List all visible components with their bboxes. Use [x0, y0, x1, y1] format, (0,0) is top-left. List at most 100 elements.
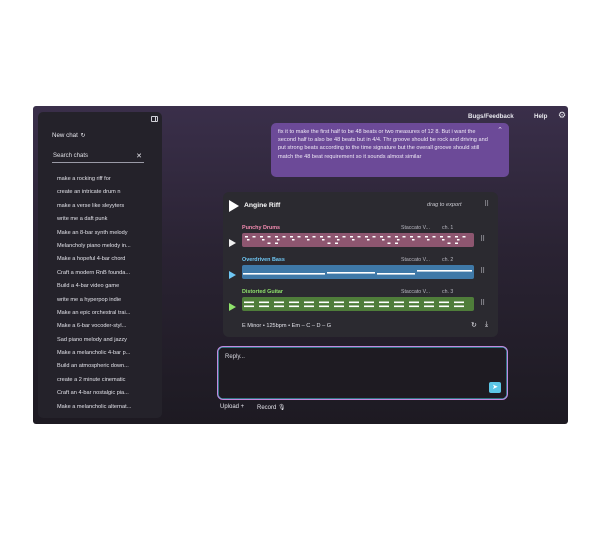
midi-note: [274, 305, 284, 308]
midi-note: [274, 301, 284, 304]
midi-note: [352, 239, 355, 241]
piano-roll-lane[interactable]: [242, 265, 474, 279]
gear-icon[interactable]: ⚙: [558, 110, 566, 121]
song-title: Angine Riff: [244, 202, 281, 209]
sidebar-collapse-icon[interactable]: [151, 116, 158, 122]
chat-history-item[interactable]: Make a melancholic 4-bar p...: [57, 349, 131, 362]
midi-note: [327, 236, 331, 238]
midi-note: [379, 305, 389, 308]
piano-roll-lane[interactable]: [242, 233, 474, 247]
chat-history-item[interactable]: Make a hopeful 4-bar chord: [57, 255, 131, 268]
chat-history-item[interactable]: Build an atmospheric down...: [57, 362, 131, 375]
midi-note: [387, 236, 391, 238]
midi-note: [364, 305, 374, 308]
paper-plane-icon[interactable]: ➤: [489, 382, 501, 393]
midi-note: [417, 236, 421, 238]
drag-handle-icon[interactable]: ⠿: [484, 200, 489, 208]
new-chat-button[interactable]: New chat ↻: [52, 132, 86, 139]
midi-note: [334, 305, 344, 308]
chat-history-item[interactable]: Sad piano melody and jazzy: [57, 336, 131, 349]
midi-note: [337, 239, 340, 241]
refresh-icon[interactable]: ↻: [471, 321, 477, 329]
chat-history-item[interactable]: Make an epic orchestral trai...: [57, 309, 131, 322]
chat-history-item[interactable]: create an intricate drum n: [57, 188, 131, 201]
piano-roll-lane[interactable]: [242, 297, 474, 311]
midi-note: [394, 301, 404, 304]
chevron-up-icon[interactable]: ⌃: [497, 127, 503, 135]
bugs-feedback-link[interactable]: Bugs/Feedback: [468, 113, 514, 120]
track-channel: ch. 2: [442, 257, 454, 263]
track-play-icon[interactable]: [229, 239, 236, 247]
midi-note: [424, 301, 434, 304]
search-chats[interactable]: Search chats ✕: [52, 152, 144, 163]
track-instrument-select[interactable]: Staccato V...: [401, 225, 430, 231]
midi-note: [372, 236, 376, 238]
track-name: Overdriven Bass: [242, 257, 285, 263]
midi-note: [252, 236, 256, 238]
chat-history-item[interactable]: make a rocking riff for: [57, 175, 131, 188]
chat-history-item[interactable]: make a verse like sleyyters: [57, 202, 131, 215]
download-icon[interactable]: ⤓: [485, 321, 488, 329]
track-instrument-select[interactable]: Staccato V...: [401, 257, 430, 263]
midi-note: [304, 301, 314, 304]
midi-note: [247, 239, 250, 241]
midi-note: [447, 236, 451, 238]
track-instrument-select[interactable]: Staccato V...: [401, 289, 430, 295]
track-channel: ch. 1: [442, 225, 454, 231]
midi-note: [395, 236, 398, 238]
midi-note: [290, 236, 293, 238]
reply-input[interactable]: Reply...: [225, 354, 245, 360]
midi-note: [334, 301, 344, 304]
midi-note: [327, 272, 375, 274]
midi-note: [275, 242, 278, 244]
midi-note: [382, 239, 385, 241]
drag-handle-icon[interactable]: ⠿: [480, 235, 485, 243]
record-button[interactable]: Record 🎙: [257, 404, 286, 411]
help-link[interactable]: Help: [534, 113, 547, 120]
midi-note: [425, 236, 428, 238]
drag-to-export-label: drag to export: [427, 202, 462, 208]
midi-note: [282, 236, 286, 238]
midi-note: [335, 242, 338, 244]
midi-note: [260, 236, 263, 238]
midi-note: [439, 301, 449, 304]
track-play-icon[interactable]: [229, 303, 236, 311]
track-name: Punchy Drums: [242, 225, 281, 231]
midi-note: [357, 236, 361, 238]
midi-note: [365, 236, 368, 238]
midi-note: [335, 236, 338, 238]
chat-history-item[interactable]: Craft an 4-bar nostalgic pia...: [57, 389, 131, 402]
chat-history-item[interactable]: Build a 4-bar video game: [57, 282, 131, 295]
chat-history-item[interactable]: Make a 6-bar vocoder-styl...: [57, 322, 131, 335]
track-name: Distorted Guitar: [242, 289, 284, 295]
chat-history-item[interactable]: Melancholy piano melody in...: [57, 242, 131, 255]
drag-handle-icon[interactable]: ⠿: [480, 299, 485, 307]
midi-note: [304, 305, 314, 308]
midi-note: [259, 305, 269, 308]
search-input[interactable]: Search chats: [53, 153, 88, 159]
clear-search-icon[interactable]: ✕: [136, 152, 142, 160]
play-all-icon[interactable]: [229, 200, 239, 212]
new-chat-icon: ↻: [80, 133, 86, 139]
midi-note: [289, 301, 299, 304]
chat-history-item[interactable]: Make an 8-bar synth melody: [57, 229, 131, 242]
chat-history-item[interactable]: write me a daft punk: [57, 215, 131, 228]
user-message: fix it to make the first half to be 48 b…: [271, 123, 509, 177]
midi-note: [350, 236, 353, 238]
midi-note: [380, 236, 383, 238]
midi-note: [244, 305, 254, 308]
midi-note: [394, 305, 404, 308]
midi-note: [297, 236, 301, 238]
chat-history-item[interactable]: write me a hyperpop indie: [57, 296, 131, 309]
midi-note: [319, 301, 329, 304]
midi-note: [455, 236, 458, 238]
chat-history-item[interactable]: create a 2 minute cinematic: [57, 376, 131, 389]
chat-history-item[interactable]: Craft a modern RnB founda...: [57, 269, 131, 282]
track-play-icon[interactable]: [229, 271, 236, 279]
midi-note: [440, 236, 443, 238]
reply-box[interactable]: Reply... ➤: [217, 346, 508, 400]
upload-button[interactable]: Upload +: [220, 404, 244, 410]
drag-handle-icon[interactable]: ⠿: [480, 267, 485, 275]
midi-note: [409, 301, 419, 304]
chat-history-item[interactable]: Make a melancholic alternat...: [57, 403, 131, 416]
